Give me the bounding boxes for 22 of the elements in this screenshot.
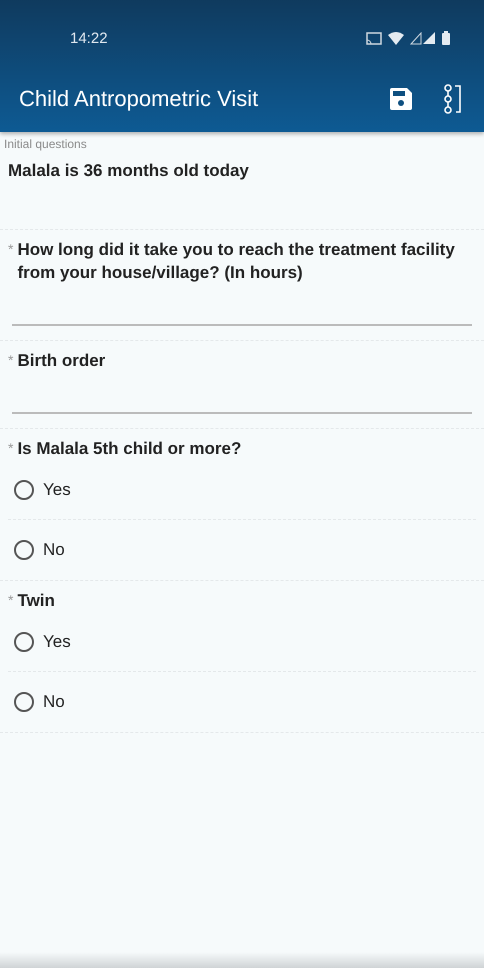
save-icon[interactable]	[390, 88, 412, 110]
question-label: Is Malala 5th child or more?	[17, 438, 242, 460]
radio-option[interactable]: Yes	[8, 612, 476, 672]
flow-icon[interactable]	[442, 84, 462, 114]
app-title: Child Antropometric Visit	[19, 86, 258, 112]
signal-icon	[410, 32, 436, 44]
cast-icon	[366, 32, 382, 44]
radio-option[interactable]: No	[8, 672, 476, 732]
required-mark: *	[8, 240, 14, 259]
question-label: Twin	[17, 590, 55, 612]
question-label: How long did it take you to reach the treatment facility from your house/village? (In hours)	[17, 239, 456, 284]
radio-option[interactable]: Yes	[8, 460, 476, 520]
info-text: Malala is 36 months old today	[8, 161, 250, 181]
required-mark: *	[8, 591, 14, 610]
status-time: 14:22	[70, 30, 108, 46]
question-label: Birth order	[17, 350, 106, 372]
wifi-icon	[388, 32, 404, 44]
radio-option[interactable]: No	[8, 520, 476, 580]
battery-icon	[442, 31, 450, 45]
required-mark: *	[8, 351, 14, 370]
section-title: Initial questions	[4, 137, 87, 151]
required-mark: *	[8, 439, 14, 458]
